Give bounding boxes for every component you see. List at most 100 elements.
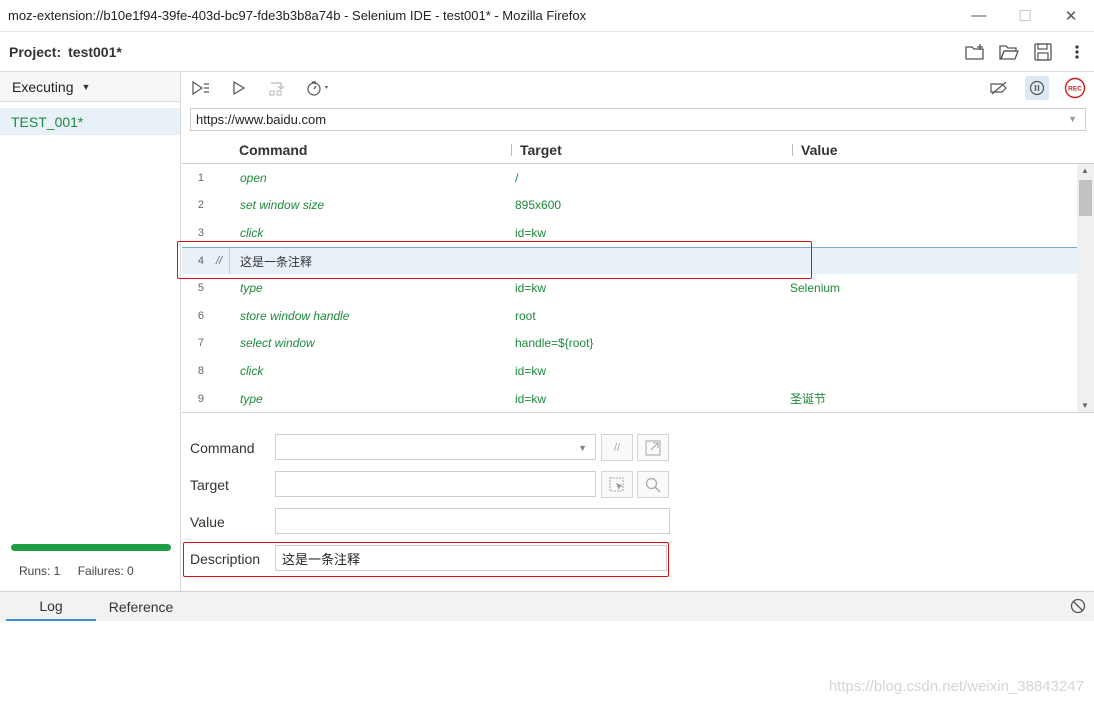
command-table: 1 open / 2 set window size 895x600 3 cli… bbox=[182, 164, 1077, 412]
row-target: handle=${root} bbox=[515, 336, 594, 351]
row-value: Selenium bbox=[790, 281, 841, 296]
breakpoint-off-icon bbox=[990, 81, 1007, 95]
row-command: click bbox=[240, 363, 264, 378]
tab-reference[interactable]: Reference bbox=[96, 592, 186, 621]
clear-log-button[interactable] bbox=[1070, 598, 1086, 617]
open-folder-icon bbox=[999, 44, 1019, 60]
run-progress-bar bbox=[11, 544, 171, 551]
command-input[interactable]: ▼ bbox=[275, 434, 596, 460]
row-command: open bbox=[240, 170, 267, 185]
step-over-button[interactable] bbox=[258, 72, 296, 104]
playback-toolbar: REC bbox=[182, 72, 1094, 104]
executing-dropdown[interactable]: Executing ▼ bbox=[0, 72, 180, 102]
save-icon bbox=[1034, 42, 1052, 61]
table-row[interactable]: 5 type id=kw Selenium bbox=[182, 274, 1077, 302]
column-divider bbox=[511, 144, 512, 156]
table-row[interactable]: 2 set window size 895x600 bbox=[182, 192, 1077, 220]
find-target-button[interactable] bbox=[637, 471, 669, 498]
column-value: Value bbox=[801, 141, 838, 158]
minimize-button[interactable]: — bbox=[956, 0, 1002, 32]
open-project-button[interactable] bbox=[992, 32, 1026, 72]
kebab-menu-icon bbox=[1075, 44, 1079, 59]
failures-count: Failures: 0 bbox=[77, 564, 134, 578]
target-input[interactable] bbox=[275, 471, 596, 497]
rec-icon: REC bbox=[1064, 77, 1086, 99]
row-number: 2 bbox=[197, 199, 204, 212]
command-table-header: Command Target Value bbox=[182, 136, 1094, 164]
test-item[interactable]: TEST_001* bbox=[0, 108, 180, 135]
table-row[interactable]: 7 select window handle=${root} bbox=[182, 330, 1077, 358]
row-target: 895x600 bbox=[515, 198, 562, 213]
column-target: Target bbox=[520, 141, 562, 158]
command-label: Command bbox=[190, 440, 255, 456]
window-titlebar: moz-extension://b10e1f94-39fe-403d-bc97-… bbox=[0, 0, 1094, 32]
watermark: https://blog.csdn.net/weixin_38843247 bbox=[828, 678, 1084, 695]
scroll-down-icon[interactable]: ▼ bbox=[1081, 401, 1089, 410]
scrollbar-thumb[interactable] bbox=[1079, 180, 1092, 216]
row-target: root bbox=[515, 308, 536, 323]
value-label: Value bbox=[190, 514, 225, 530]
row-number: 5 bbox=[197, 282, 204, 295]
window-title: moz-extension://b10e1f94-39fe-403d-bc97-… bbox=[8, 8, 587, 23]
value-input[interactable] bbox=[275, 508, 670, 534]
run-all-tests-button[interactable] bbox=[182, 72, 220, 104]
description-label: Description bbox=[190, 551, 261, 567]
row-command: type bbox=[240, 391, 263, 406]
table-row[interactable]: 1 open / bbox=[182, 164, 1077, 192]
row-target: / bbox=[515, 170, 519, 185]
row-command: type bbox=[240, 281, 263, 296]
test-sidebar: Executing ▼ TEST_001* Runs: 1 Failures: … bbox=[0, 72, 181, 591]
description-input-value: 这是一条注释 bbox=[282, 551, 361, 567]
comment-marker: // bbox=[216, 255, 223, 268]
play-icon bbox=[233, 81, 246, 95]
record-button[interactable]: REC bbox=[1056, 72, 1094, 104]
row-number: 9 bbox=[197, 392, 204, 405]
select-element-icon bbox=[609, 476, 624, 492]
run-stats: Runs: 1 Failures: 0 bbox=[19, 564, 148, 578]
stopwatch-icon bbox=[307, 81, 328, 96]
url-dropdown-icon[interactable]: ▼ bbox=[1068, 114, 1077, 124]
speed-button[interactable] bbox=[296, 72, 342, 104]
row-number: 6 bbox=[197, 309, 204, 322]
new-folder-icon bbox=[965, 43, 984, 60]
step-icon bbox=[269, 82, 285, 96]
maximize-button[interactable]: ☐ bbox=[1002, 0, 1048, 32]
open-reference-button[interactable] bbox=[637, 434, 669, 461]
bottom-panel: Log Reference https://blog.csdn.net/weix… bbox=[0, 591, 1094, 705]
command-editor: Command ▼ // Target Value Description 这是… bbox=[182, 412, 1094, 591]
pause-icon bbox=[1029, 80, 1045, 96]
row-number: 3 bbox=[197, 226, 204, 239]
table-row[interactable]: 9 type id=kw 圣诞节 bbox=[182, 385, 1077, 412]
command-dropdown-icon[interactable]: ▼ bbox=[578, 443, 587, 453]
description-input[interactable]: 这是一条注释 bbox=[275, 545, 667, 571]
toggle-comment-button[interactable]: // bbox=[601, 434, 633, 461]
scroll-up-icon[interactable]: ▲ bbox=[1081, 166, 1089, 175]
save-project-button[interactable] bbox=[1026, 32, 1060, 72]
table-scrollbar[interactable]: ▲ ▼ bbox=[1077, 164, 1094, 412]
project-name[interactable]: test001* bbox=[61, 44, 122, 60]
more-options-button[interactable] bbox=[1060, 32, 1094, 72]
row-command: click bbox=[240, 225, 264, 240]
run-current-test-button[interactable] bbox=[220, 72, 258, 104]
row-target: id=kw bbox=[515, 391, 547, 406]
row-number: 4 bbox=[197, 255, 204, 268]
pause-on-exceptions-button[interactable] bbox=[1018, 72, 1056, 104]
table-row[interactable]: 6 store window handle root bbox=[182, 302, 1077, 330]
row-number: 7 bbox=[197, 337, 204, 350]
row-number: 8 bbox=[197, 364, 204, 377]
new-project-button[interactable] bbox=[958, 32, 992, 72]
tab-log[interactable]: Log bbox=[6, 592, 96, 621]
base-url-value: https://www.baidu.com bbox=[196, 112, 327, 127]
select-target-button[interactable] bbox=[601, 471, 633, 498]
clear-icon bbox=[1070, 598, 1086, 614]
pause-toggle-bg bbox=[1025, 76, 1049, 100]
base-url-input[interactable]: https://www.baidu.com ▼ bbox=[190, 108, 1086, 131]
project-header: Project: test001* bbox=[0, 32, 1094, 72]
disable-breakpoints-button[interactable] bbox=[980, 72, 1018, 104]
run-all-icon bbox=[192, 81, 209, 95]
table-row-selected[interactable]: 4 // 这是一条注释 bbox=[182, 246, 1077, 275]
table-row[interactable]: 3 click id=kw bbox=[182, 219, 1077, 247]
close-window-button[interactable]: ✕ bbox=[1048, 0, 1094, 32]
executing-label: Executing bbox=[12, 78, 74, 95]
table-row[interactable]: 8 click id=kw bbox=[182, 357, 1077, 385]
